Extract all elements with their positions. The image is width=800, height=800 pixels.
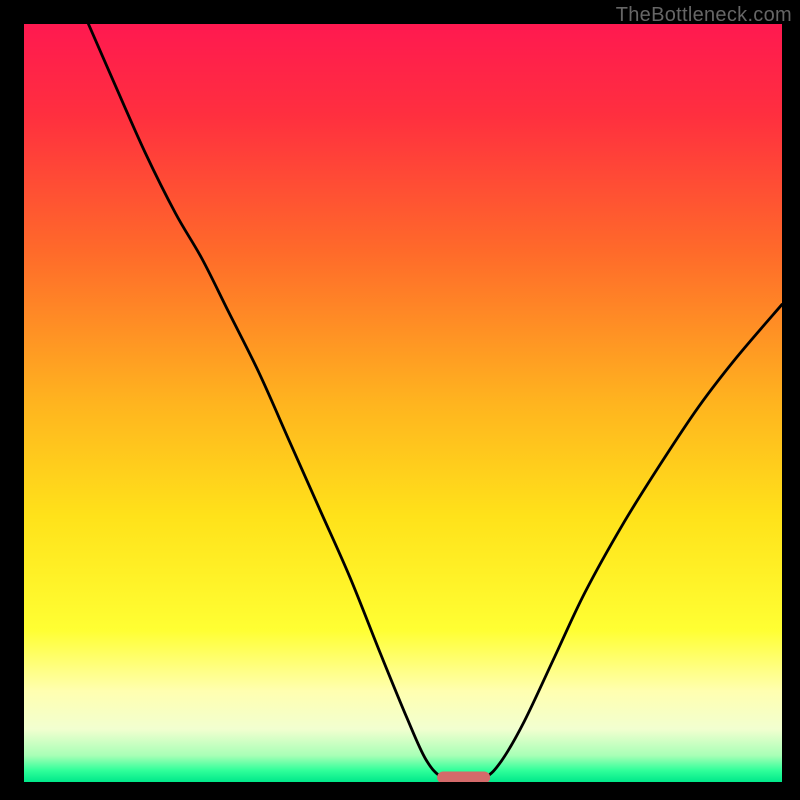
optimal-marker [437, 771, 490, 782]
chart-canvas [24, 24, 782, 782]
chart-svg [24, 24, 782, 782]
watermark-text: TheBottleneck.com [616, 4, 792, 27]
